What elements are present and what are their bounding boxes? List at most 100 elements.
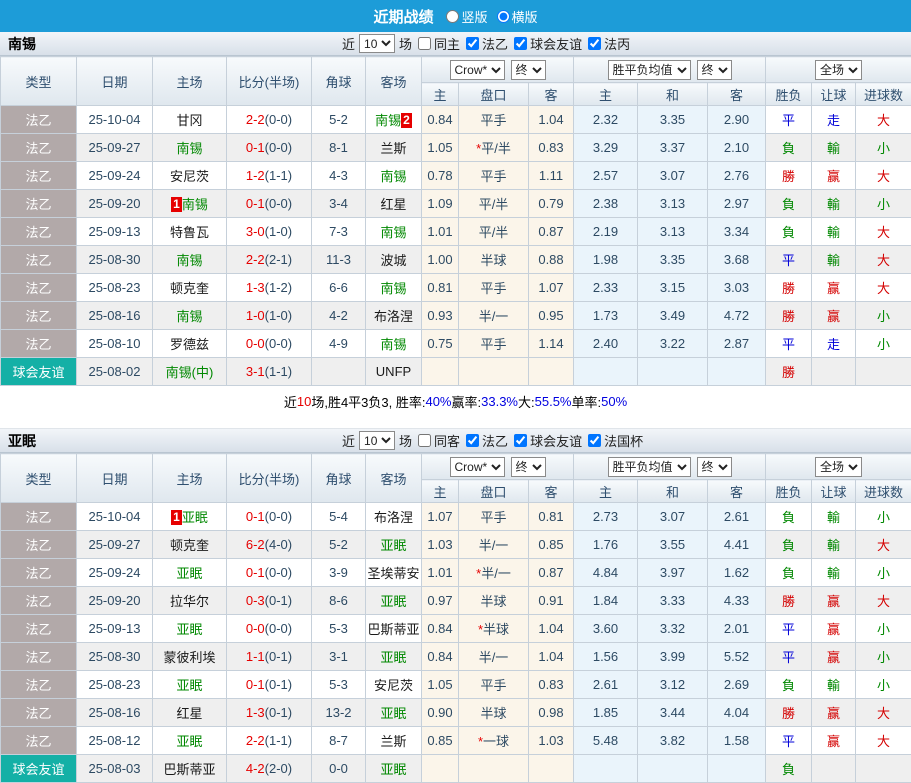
away-odds-cell: 1.07 xyxy=(529,274,574,302)
scope-group-header: 全场 xyxy=(766,454,911,480)
corner-cell: 5-2 xyxy=(312,106,366,134)
score-cell: 0-1(0-1) xyxy=(227,671,312,699)
mean-time-select[interactable]: 终 xyxy=(697,457,732,477)
handicap-cell: 平手 xyxy=(459,162,529,190)
layout-horizontal-option[interactable]: 横版 xyxy=(491,7,538,26)
corner-cell: 3-4 xyxy=(312,190,366,218)
match-row: 法乙25-08-10罗德兹0-0(0-0)4-9南锡0.75平手1.142.40… xyxy=(1,330,911,358)
team-name-text: 南锡 xyxy=(375,113,401,128)
league-filter-checkbox[interactable] xyxy=(514,434,527,447)
mean-time-select[interactable]: 终 xyxy=(697,60,732,80)
handicap-text: 半球 xyxy=(480,253,506,268)
away-odds-cell: 1.04 xyxy=(529,615,574,643)
handicap-result-cell: 赢 xyxy=(812,727,856,755)
league-filter-checkbox[interactable] xyxy=(588,434,601,447)
column-header: 客场 xyxy=(366,57,422,106)
subcolumn-header: 进球数 xyxy=(856,480,911,503)
mean-home-cell: 1.84 xyxy=(574,587,638,615)
handicap-cell xyxy=(459,755,529,783)
match-scope-select[interactable]: 全场 xyxy=(815,60,862,80)
match-type-cell: 法乙 xyxy=(1,559,77,587)
team-name-text: 圣埃蒂安 xyxy=(367,566,419,581)
away-odds-cell: 0.87 xyxy=(529,559,574,587)
mean-draw-cell: 3.97 xyxy=(638,559,708,587)
date-cell: 25-09-27 xyxy=(77,531,153,559)
same-venue-checkbox[interactable] xyxy=(418,434,431,447)
section-filters: 近10场同客法乙球会友谊法国杯 xyxy=(340,431,645,450)
score-cell: 6-2(4-0) xyxy=(227,531,312,559)
subcolumn-header: 和 xyxy=(638,480,708,503)
mean-home-cell: 2.40 xyxy=(574,330,638,358)
league-filter-checkbox[interactable] xyxy=(588,37,601,50)
odds-time-select[interactable]: 终 xyxy=(511,457,546,477)
match-type-cell: 球会友谊 xyxy=(1,358,77,386)
goals-result-cell: 小 xyxy=(856,330,911,358)
odds-time-select[interactable]: 终 xyxy=(511,60,546,80)
league-filter-checkbox[interactable] xyxy=(466,37,479,50)
half-score: (1-1) xyxy=(265,733,292,748)
mean-type-select[interactable]: 胜平负均值 xyxy=(608,457,691,477)
team-name-text: UNFP xyxy=(376,364,411,379)
mean-away-cell: 4.33 xyxy=(708,587,766,615)
match-row: 球会友谊25-08-03巴斯蒂亚4-2(2-0)0-0亚眠負 xyxy=(1,755,911,783)
goals-result-cell: 小 xyxy=(856,643,911,671)
subcolumn-header: 主 xyxy=(574,480,638,503)
match-row: 法乙25-10-041亚眠0-1(0-0)5-4布洛涅1.07平手0.812.7… xyxy=(1,503,911,531)
match-type-cell: 法乙 xyxy=(1,134,77,162)
half-score: (0-1) xyxy=(265,593,292,608)
away-team-cell: 圣埃蒂安 xyxy=(366,559,422,587)
match-type-cell: 法乙 xyxy=(1,218,77,246)
handicap-cell: 半球 xyxy=(459,699,529,727)
away-odds-cell: 0.85 xyxy=(529,531,574,559)
summary-segment: 近 xyxy=(284,392,297,411)
match-row: 法乙25-09-27顿克奎6-2(4-0)5-2亚眠1.03半/一0.851.7… xyxy=(1,531,911,559)
handicap-cell: *平/半 xyxy=(459,134,529,162)
handicap-text: 半球 xyxy=(480,594,506,609)
away-odds-cell: 0.79 xyxy=(529,190,574,218)
score-cell: 2-2(1-1) xyxy=(227,727,312,755)
column-header: 主场 xyxy=(153,454,227,503)
half-score: (0-0) xyxy=(265,112,292,127)
date-cell: 25-08-23 xyxy=(77,274,153,302)
handicap-text: 平/半 xyxy=(479,197,509,212)
away-odds-cell xyxy=(529,755,574,783)
mean-away-cell xyxy=(708,358,766,386)
match-scope-select[interactable]: 全场 xyxy=(815,457,862,477)
layout-vertical-option[interactable]: 竖版 xyxy=(440,7,487,26)
match-row: 法乙25-09-13亚眠0-0(0-0)5-3巴斯蒂亚0.84*半球1.043.… xyxy=(1,615,911,643)
goals-result-cell xyxy=(856,755,911,783)
league-filter-checkbox[interactable] xyxy=(466,434,479,447)
wdl-result-cell: 負 xyxy=(766,190,812,218)
odds-company-select[interactable]: Crow* xyxy=(450,60,505,80)
summary-segment: 50% xyxy=(601,394,627,409)
score-cell: 3-1(1-1) xyxy=(227,358,312,386)
horizontal-layout-radio[interactable] xyxy=(497,10,510,23)
odds-company-select[interactable]: Crow* xyxy=(450,457,505,477)
team-name-text: 南锡 xyxy=(176,309,202,324)
mean-away-cell: 1.62 xyxy=(708,559,766,587)
half-score: (0-0) xyxy=(265,621,292,636)
scope-group-header: 全场 xyxy=(766,57,911,83)
match-type-cell: 法乙 xyxy=(1,727,77,755)
date-cell: 25-09-13 xyxy=(77,218,153,246)
subcolumn-header: 主 xyxy=(574,83,638,106)
subcolumn-header: 和 xyxy=(638,83,708,106)
league-filter-checkbox[interactable] xyxy=(514,37,527,50)
vertical-layout-radio[interactable] xyxy=(446,10,459,23)
score-cell: 0-1(0-0) xyxy=(227,190,312,218)
handicap-result-cell: 赢 xyxy=(812,643,856,671)
corner-cell: 5-3 xyxy=(312,671,366,699)
team-name-text: 南锡 xyxy=(380,225,406,240)
score-cell: 0-0(0-0) xyxy=(227,330,312,358)
handicap-result-cell: 赢 xyxy=(812,699,856,727)
column-header: 客场 xyxy=(366,454,422,503)
match-count-select[interactable]: 10 xyxy=(359,34,395,53)
match-type-cell: 法乙 xyxy=(1,190,77,218)
summary-segment: 赢率: xyxy=(452,392,482,411)
same-venue-checkbox[interactable] xyxy=(418,37,431,50)
subcolumn-header: 胜负 xyxy=(766,83,812,106)
home-odds-cell xyxy=(422,755,459,783)
team-section: 亚眠 近10场同客法乙球会友谊法国杯 类型日期主场比分(半场)角球客场Crow*… xyxy=(0,428,911,783)
mean-type-select[interactable]: 胜平负均值 xyxy=(608,60,691,80)
match-count-select[interactable]: 10 xyxy=(359,431,395,450)
